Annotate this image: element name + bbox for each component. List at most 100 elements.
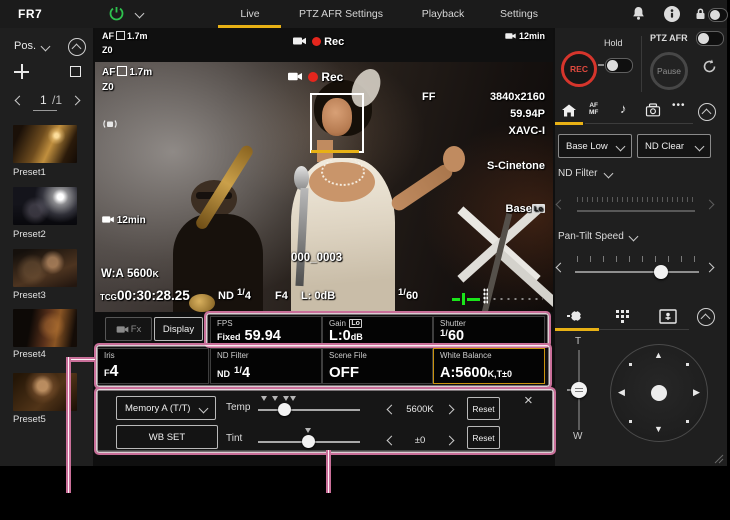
picture-effect-button[interactable]: Fx <box>105 317 152 341</box>
nd-slider-ticks <box>577 197 695 202</box>
focus-frame-icon <box>116 31 125 40</box>
strip-remaining-time: 12min <box>505 31 545 41</box>
annotation-line-left <box>66 357 71 493</box>
pan-left-arrow[interactable]: ◀ <box>618 388 625 397</box>
pan-up-arrow[interactable]: ▲ <box>654 351 663 360</box>
singer-hand <box>443 146 465 172</box>
tab-home-icon[interactable] <box>561 103 577 118</box>
preset4-thumbnail[interactable] <box>13 309 77 347</box>
zoom-slider-thumb[interactable] <box>571 382 587 398</box>
tab-camera-icon[interactable] <box>645 103 661 117</box>
screenshot: FR7 Live PTZ AFR Settings Playback Setti… <box>0 0 730 520</box>
preset3-label: Preset3 <box>13 290 46 301</box>
pause-button[interactable]: Pause <box>650 52 688 90</box>
osd-rec-indicator: Rec <box>288 70 343 84</box>
osd-remaining-time: 12min <box>102 215 146 226</box>
tab-joystick-icon[interactable] <box>566 308 584 325</box>
preset1-label: Preset1 <box>13 167 46 178</box>
pt-speed-ticks <box>577 256 697 262</box>
power-button[interactable] <box>108 5 125 22</box>
ptz-afr-toggle[interactable] <box>696 31 724 46</box>
lo-badge: Lo <box>532 204 545 213</box>
position-menu-label[interactable]: Pos. <box>14 40 36 52</box>
chevron-down-icon <box>616 141 626 151</box>
pan-tilt-pad[interactable]: ▲ ▼ ◀ ▶ <box>610 344 708 442</box>
display-button[interactable]: Display <box>154 317 203 341</box>
zoom-wide-label: W <box>573 431 582 442</box>
record-dot <box>312 37 321 46</box>
tab-ptz-afr-settings[interactable]: PTZ AFR Settings <box>296 8 386 20</box>
tab-playback[interactable]: Playback <box>415 8 471 20</box>
nd-clear-dropdown[interactable]: ND Clear <box>637 134 711 158</box>
preset3-thumbnail[interactable] <box>13 249 77 287</box>
tab-live[interactable]: Live <box>222 8 278 20</box>
rec-hold-link <box>598 64 604 66</box>
tab-audio-icon[interactable]: ♪ <box>620 101 627 116</box>
preset5-label: Preset5 <box>13 414 46 425</box>
collapse-joystick-button[interactable] <box>697 308 715 326</box>
strip-zoom-position: Z0 <box>102 45 113 55</box>
power-menu-chevron-icon[interactable] <box>135 9 145 19</box>
osd-base-iso: BaseLo <box>506 203 545 215</box>
nd-slider-track[interactable] <box>577 210 695 212</box>
truss-bar <box>495 248 553 312</box>
record-dot <box>308 72 318 82</box>
osd-codec: XAVC-I <box>509 125 545 137</box>
pt-speed-thumb[interactable] <box>654 265 668 279</box>
audio-meter-columns <box>483 288 488 304</box>
osd-ff-indicator: FF <box>422 91 435 103</box>
osd-zoom-position: Z0 <box>102 82 114 93</box>
notifications-bell-icon[interactable] <box>631 6 646 22</box>
singer-arm <box>389 162 455 214</box>
add-preset-button[interactable] <box>14 64 29 79</box>
position-menu-chevron-icon[interactable] <box>41 42 51 52</box>
pan-right-arrow[interactable]: ▶ <box>693 388 700 397</box>
tab-more-icon[interactable]: ••• <box>672 100 686 111</box>
pan-down-arrow[interactable]: ▼ <box>654 425 663 434</box>
next-page-chevron[interactable] <box>71 96 81 106</box>
tab-preset-grid-icon[interactable] <box>615 309 630 324</box>
tab-tracking-icon[interactable] <box>659 309 677 324</box>
camera-icon <box>102 215 114 224</box>
camera-icon <box>505 32 516 40</box>
collapse-panel-button[interactable] <box>698 103 716 121</box>
camera-icon <box>288 71 302 82</box>
preset-sidebar: Pos. 1 /1 Preset1 Preset2 Preset3 Preset… <box>0 28 93 466</box>
singer-necklace <box>321 158 365 186</box>
osd-gain: L: 0dB <box>301 290 335 302</box>
subtab-baseline <box>585 123 693 124</box>
strip-af-distance: AF1.7m <box>102 31 148 41</box>
tab-af-mf-icon[interactable]: AFMF <box>589 102 598 116</box>
osd-iris: F4 <box>275 290 288 302</box>
active-joystick-tab-underline <box>555 328 599 331</box>
restart-icon[interactable] <box>701 58 718 75</box>
pan-tilt-knob[interactable] <box>651 385 667 401</box>
info-icon[interactable] <box>664 6 680 22</box>
video-status-strip: AF1.7m Z0 Rec 12min <box>95 28 553 62</box>
pan-tilt-speed-label[interactable]: Pan-Tilt Speed <box>558 231 624 242</box>
prev-page-chevron[interactable] <box>15 96 25 106</box>
face-detection-underline <box>311 150 359 153</box>
lock-toggle[interactable] <box>708 8 728 22</box>
collapse-sidebar-button[interactable] <box>68 38 86 56</box>
tab-settings[interactable]: Settings <box>492 8 546 20</box>
base-iso-dropdown[interactable]: Base Low <box>558 134 632 158</box>
osd-clip-name: 000_0003 <box>291 252 342 264</box>
nd-filter-section-label[interactable]: ND Filter <box>558 168 597 179</box>
stop-button[interactable] <box>70 66 81 77</box>
app-title: FR7 <box>18 7 42 21</box>
pt-speed-track[interactable] <box>575 271 699 273</box>
osd-resolution: 3840x2160 <box>490 91 545 103</box>
preset2-thumbnail[interactable] <box>13 187 77 225</box>
annotation-box-wb-panel <box>94 387 556 455</box>
preset1-thumbnail[interactable] <box>13 125 77 163</box>
lock-icon <box>694 7 707 21</box>
osd-af-distance: AF1.7m <box>102 66 152 78</box>
resize-grip[interactable] <box>714 454 724 464</box>
rec-button[interactable]: REC <box>561 51 597 87</box>
audio-meter-row <box>491 297 543 301</box>
active-subtab-underline <box>555 122 583 125</box>
focus-frame-icon <box>117 66 127 76</box>
rec-hold-toggle[interactable] <box>605 58 633 73</box>
live-video-view[interactable]: AF1.7m Z0 Rec 12min FF 3840x2160 59.94P … <box>95 62 553 312</box>
